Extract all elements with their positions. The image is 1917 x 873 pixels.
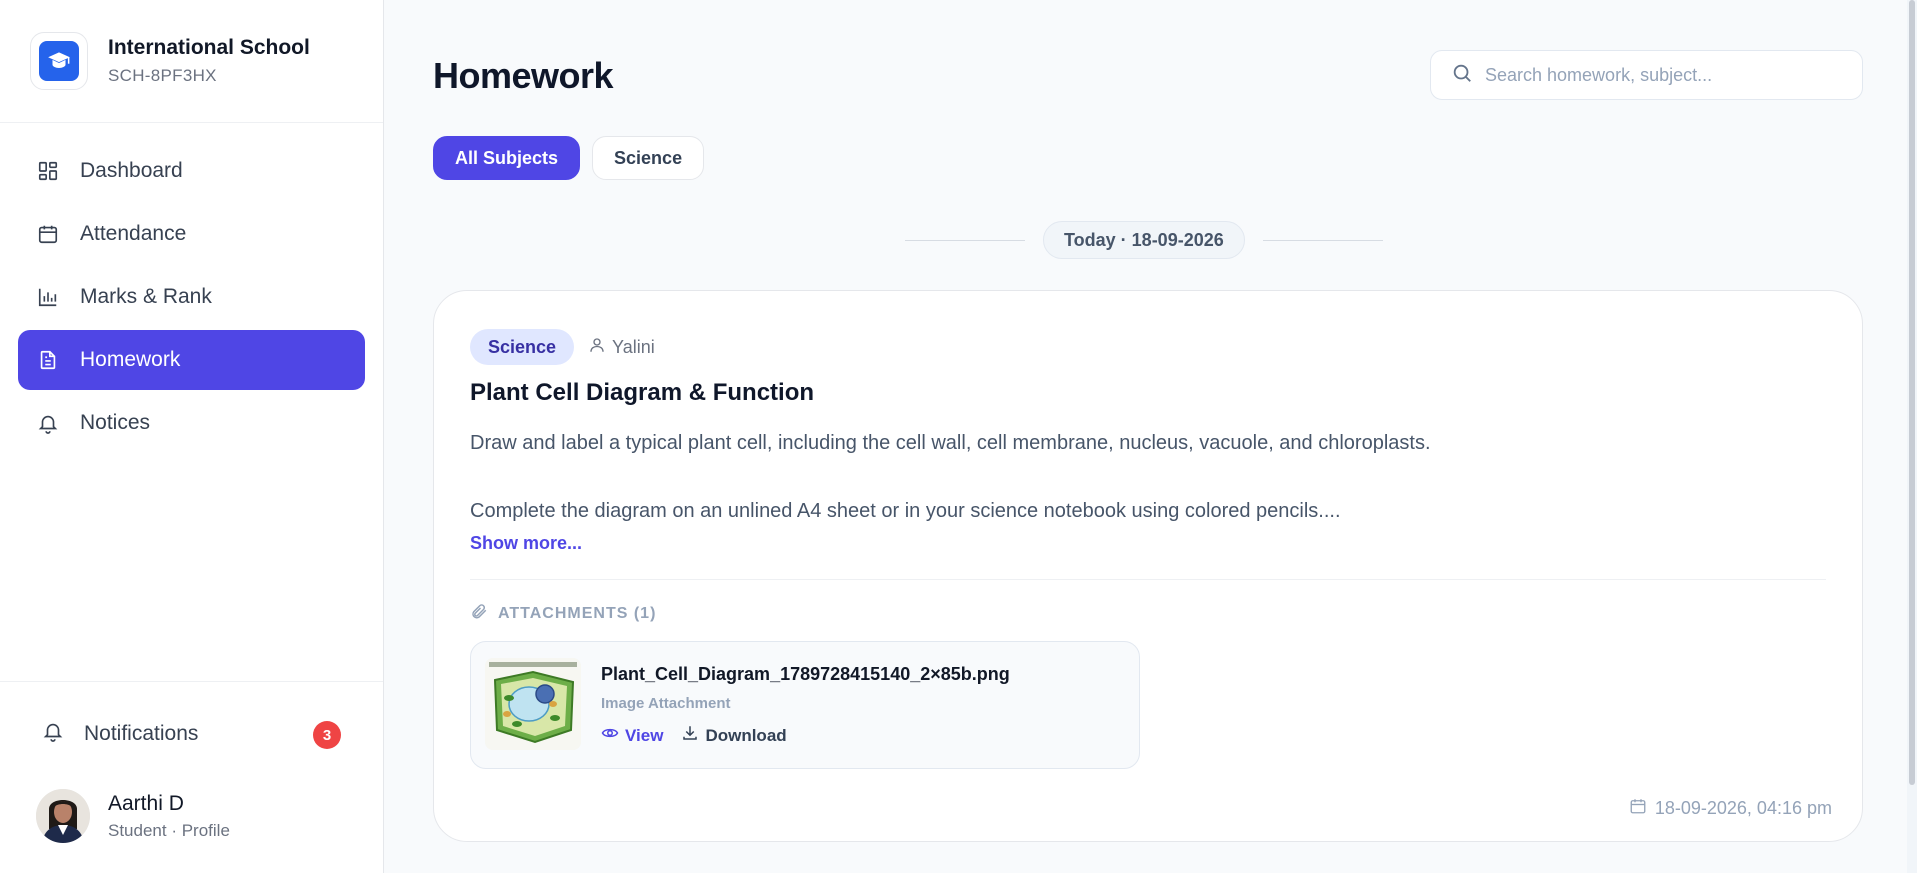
document-icon (36, 348, 60, 372)
attachment-actions: View Download (601, 724, 805, 747)
attachments-label: ATTACHMENTS (1) (498, 604, 657, 622)
search-box[interactable] (1430, 50, 1863, 100)
divider (905, 239, 1025, 241)
teacher-name: Yalini (612, 336, 655, 357)
attachment-file-name: Plant_Cell_Diagram_1789728415140_2×85b.p… (601, 664, 1010, 684)
school-name: International School (108, 36, 310, 59)
sidebar-item-attendance[interactable]: Attendance (18, 204, 365, 264)
view-label: View (625, 725, 664, 745)
attachments-header: ATTACHMENTS (1) (470, 602, 656, 625)
homework-description: Draw and label a typical plant cell, inc… (470, 426, 1810, 528)
filter-science[interactable]: Science (592, 136, 705, 180)
school-code: SCH-8PF3HX (108, 66, 217, 85)
date-group-label: Today · 18-09-2026 (1043, 221, 1245, 259)
graduation-cap-icon (39, 41, 79, 81)
sidebar-item-homework[interactable]: Homework (18, 330, 365, 390)
sidebar-item-label: Notices (80, 411, 151, 434)
bar-chart-icon (36, 285, 60, 309)
bell-icon (36, 411, 60, 435)
view-attachment-button[interactable]: View (601, 724, 663, 747)
download-attachment-button[interactable]: Download (681, 724, 787, 747)
profile-subtitle: Student · Profile (108, 820, 230, 840)
notifications-button[interactable]: Notifications 3 (18, 710, 365, 758)
sidebar-item-notices[interactable]: Notices (18, 393, 365, 453)
show-more-link[interactable]: Show more... (470, 533, 582, 554)
filter-all-subjects[interactable]: All Subjects (433, 136, 581, 180)
page-scrollbar[interactable] (1907, 0, 1917, 873)
calendar-icon (1629, 797, 1647, 820)
sidebar-footer: Notifications 3 Aarthi D Student · Profi… (0, 681, 383, 873)
sidebar-item-label: Attendance (80, 222, 187, 245)
attachment-thumbnail[interactable] (485, 658, 581, 750)
brand-header: International School SCH-8PF3HX (0, 0, 383, 123)
subject-filters: All Subjects Science (433, 136, 716, 180)
date-separator: Today · 18-09-2026 (905, 221, 1383, 259)
avatar (36, 789, 90, 843)
main-content: Homework All Subjects Science Today · 18… (385, 0, 1917, 873)
search-icon (1451, 62, 1473, 89)
divider (1262, 239, 1383, 241)
user-icon (588, 336, 606, 359)
teacher-info: Yalini (588, 336, 655, 359)
notification-count-badge: 3 (313, 721, 341, 749)
profile-link[interactable]: Aarthi D Student · Profile (36, 789, 230, 843)
sidebar-item-label: Marks & Rank (80, 285, 212, 308)
description-paragraph: Draw and label a typical plant cell, inc… (470, 432, 1431, 454)
sidebar: International School SCH-8PF3HX Dashboar… (0, 0, 384, 873)
notifications-label: Notifications (84, 722, 199, 745)
download-icon (681, 724, 699, 747)
paperclip-icon (470, 602, 488, 625)
scrollbar-thumb[interactable] (1909, 0, 1915, 785)
calendar-icon (36, 222, 60, 246)
eye-icon (601, 724, 619, 747)
download-label: Download (705, 725, 787, 745)
profile-name: Aarthi D (108, 791, 184, 815)
description-paragraph: Complete the diagram on an unlined A4 sh… (470, 500, 1341, 522)
divider (470, 579, 1826, 580)
bell-icon (42, 720, 64, 748)
dashboard-icon (36, 159, 60, 183)
sidebar-item-marks-rank[interactable]: Marks & Rank (18, 267, 365, 327)
sidebar-nav: Dashboard Attendance Marks & Rank Homewo… (0, 123, 383, 453)
sidebar-item-dashboard[interactable]: Dashboard (18, 141, 365, 201)
homework-meta: Science Yalini (470, 329, 655, 365)
sidebar-item-label: Homework (80, 348, 181, 371)
homework-card: Science Yalini Plant Cell Diagram & Func… (433, 290, 1863, 842)
school-logo[interactable] (30, 32, 88, 90)
homework-created-at: 18-09-2026, 04:16 pm (1629, 797, 1832, 820)
page-title: Homework (433, 55, 614, 96)
subject-tag: Science (470, 329, 575, 365)
search-input[interactable] (1485, 64, 1845, 86)
attachment-card[interactable]: Plant_Cell_Diagram_1789728415140_2×85b.p… (470, 641, 1140, 769)
sidebar-item-label: Dashboard (80, 159, 183, 182)
attachment-type: Image Attachment (601, 695, 731, 712)
homework-title: Plant Cell Diagram & Function (470, 379, 815, 406)
created-at-text: 18-09-2026, 04:16 pm (1654, 798, 1832, 818)
